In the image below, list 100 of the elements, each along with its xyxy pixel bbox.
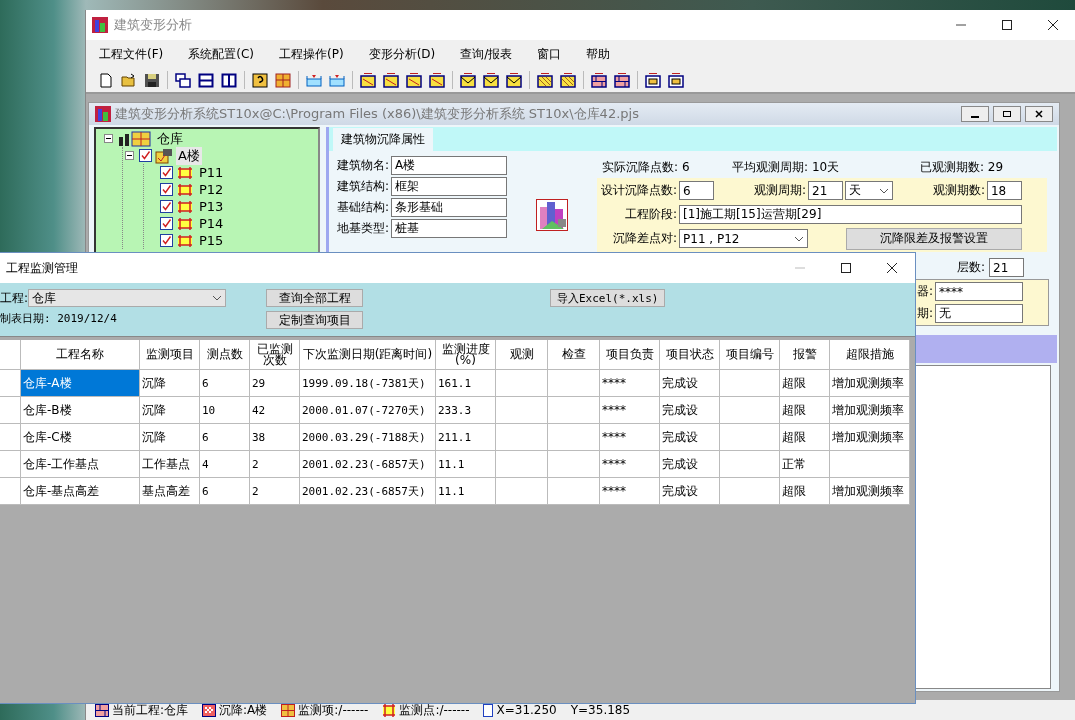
- input-field[interactable]: 18: [987, 181, 1022, 200]
- input-field[interactable]: 21: [808, 181, 843, 200]
- table-cell: [720, 478, 780, 505]
- caret-icon: [879, 187, 889, 194]
- alarm-settings-button[interactable]: 沉降限差及报警设置: [846, 227, 1022, 250]
- maximize-icon[interactable]: [1001, 19, 1013, 31]
- point-marker-icon: [176, 165, 194, 180]
- close-icon[interactable]: [886, 262, 898, 274]
- chart-panel-icon[interactable]: [383, 72, 399, 88]
- point-pair-dropdown[interactable]: P11 , P12: [679, 229, 809, 248]
- input-field[interactable]: ****: [935, 282, 1023, 301]
- windows-icon[interactable]: [275, 72, 291, 88]
- table-cell: 38: [250, 424, 300, 451]
- project-dropdown[interactable]: 仓库: [28, 289, 227, 307]
- menu-item[interactable]: 工程操作(P): [279, 45, 344, 63]
- table-cell[interactable]: 仓库-基点高差: [21, 478, 140, 505]
- table-cell[interactable]: 仓库-工作基点: [21, 451, 140, 478]
- open-folder-icon[interactable]: [121, 72, 137, 88]
- menu-item[interactable]: 变形分析(D): [368, 45, 436, 63]
- table-cell[interactable]: 仓库-B楼: [21, 397, 140, 424]
- tree-item[interactable]: P11: [197, 165, 226, 180]
- table-cell: 沉降: [140, 370, 200, 397]
- column-header[interactable]: 报警: [780, 340, 830, 370]
- tile-vertical-icon[interactable]: [221, 72, 237, 88]
- menu-item[interactable]: 系统配置(C): [188, 45, 254, 63]
- input-field[interactable]: 条形基础: [391, 198, 508, 217]
- column-header[interactable]: 已监测次数: [250, 340, 300, 370]
- minimize-button[interactable]: [961, 106, 989, 122]
- maximize-icon[interactable]: [840, 262, 852, 274]
- table-cell[interactable]: 仓库-C楼: [21, 424, 140, 451]
- input-field[interactable]: [1]施工期[15]运营期[29]: [679, 205, 1022, 224]
- menu-item[interactable]: 窗口: [537, 45, 562, 63]
- query-button[interactable]: 定制查询项目: [266, 311, 363, 329]
- new-file-icon[interactable]: [98, 72, 114, 88]
- point-marker-icon: [176, 182, 194, 197]
- building-group-icon: [118, 130, 152, 147]
- column-header[interactable]: 测点数: [200, 340, 250, 370]
- field-label: 层数:: [956, 259, 985, 276]
- chart-panel-icon[interactable]: [429, 72, 445, 88]
- table-cell: 2000.03.29(-7188天): [300, 424, 436, 451]
- status-text: 当前工程:仓库: [112, 701, 189, 719]
- envelope-icon[interactable]: [460, 72, 476, 88]
- tree-item[interactable]: A楼: [176, 146, 202, 165]
- close-button[interactable]: [1025, 106, 1053, 122]
- checkbox[interactable]: [160, 217, 173, 230]
- collapse-icon[interactable]: [125, 151, 134, 160]
- frame-icon[interactable]: [668, 72, 684, 88]
- checkbox[interactable]: [160, 200, 173, 213]
- restore-button[interactable]: [993, 106, 1021, 122]
- close-icon[interactable]: [1047, 19, 1059, 31]
- column-header[interactable]: 下次监测日期(距离时间): [300, 340, 436, 370]
- import-button[interactable]: 导入Excel(*.xls): [550, 289, 666, 307]
- input-field[interactable]: 桩基: [391, 219, 508, 238]
- column-header[interactable]: 项目状态: [660, 340, 720, 370]
- menu-item[interactable]: 帮助: [586, 45, 611, 63]
- hatched-panel-icon[interactable]: [537, 72, 553, 88]
- menu-item[interactable]: 工程文件(F): [99, 45, 164, 63]
- hatched-panel-icon[interactable]: [560, 72, 576, 88]
- input-field[interactable]: 无: [935, 304, 1023, 323]
- tray-icon[interactable]: [329, 72, 345, 88]
- frame-icon[interactable]: [645, 72, 661, 88]
- chart-panel-icon[interactable]: [360, 72, 376, 88]
- collapse-icon[interactable]: [104, 134, 113, 143]
- brick-icon[interactable]: [591, 72, 607, 88]
- checkbox[interactable]: [160, 183, 173, 196]
- column-header[interactable]: 观测: [496, 340, 548, 370]
- buildings-icon[interactable]: [536, 199, 569, 231]
- checkbox[interactable]: [139, 149, 152, 162]
- save-icon[interactable]: [144, 72, 160, 88]
- column-header[interactable]: 监测进度(%): [436, 340, 496, 370]
- envelope-icon[interactable]: [506, 72, 522, 88]
- tree-item[interactable]: P14: [197, 216, 226, 231]
- column-header[interactable]: 项目编号: [720, 340, 780, 370]
- menu-item[interactable]: 查询/报表: [460, 45, 513, 63]
- tile-horizontal-icon[interactable]: [198, 72, 214, 88]
- input-field[interactable]: 框架: [391, 177, 508, 196]
- query-button[interactable]: 查询全部工程: [266, 289, 363, 307]
- tray-icon[interactable]: [306, 72, 322, 88]
- tree-item[interactable]: 仓库: [155, 129, 185, 148]
- input-field[interactable]: 6: [679, 181, 715, 200]
- brick-icon[interactable]: [614, 72, 630, 88]
- column-header[interactable]: 超限措施: [830, 340, 910, 370]
- cascade-windows-icon[interactable]: [175, 72, 191, 88]
- column-header[interactable]: 监测项目: [140, 340, 200, 370]
- chart-panel-icon[interactable]: [406, 72, 422, 88]
- table-cell[interactable]: 仓库-A楼: [21, 370, 140, 397]
- input-field[interactable]: 21: [989, 258, 1024, 277]
- input-field[interactable]: A楼: [391, 156, 508, 175]
- checkbox[interactable]: [160, 234, 173, 247]
- envelope-icon[interactable]: [483, 72, 499, 88]
- tab[interactable]: 建筑物沉降属性: [333, 128, 433, 151]
- help-icon[interactable]: [252, 72, 268, 88]
- column-header[interactable]: 检查: [548, 340, 600, 370]
- checkbox[interactable]: [160, 166, 173, 179]
- unit-dropdown[interactable]: 天: [845, 181, 893, 200]
- tree-item[interactable]: P13: [197, 199, 226, 214]
- column-header[interactable]: 项目负责: [600, 340, 660, 370]
- tree-item[interactable]: P12: [197, 182, 226, 197]
- window-title: 建筑变形分析: [114, 16, 192, 34]
- tree-item[interactable]: P15: [197, 233, 226, 248]
